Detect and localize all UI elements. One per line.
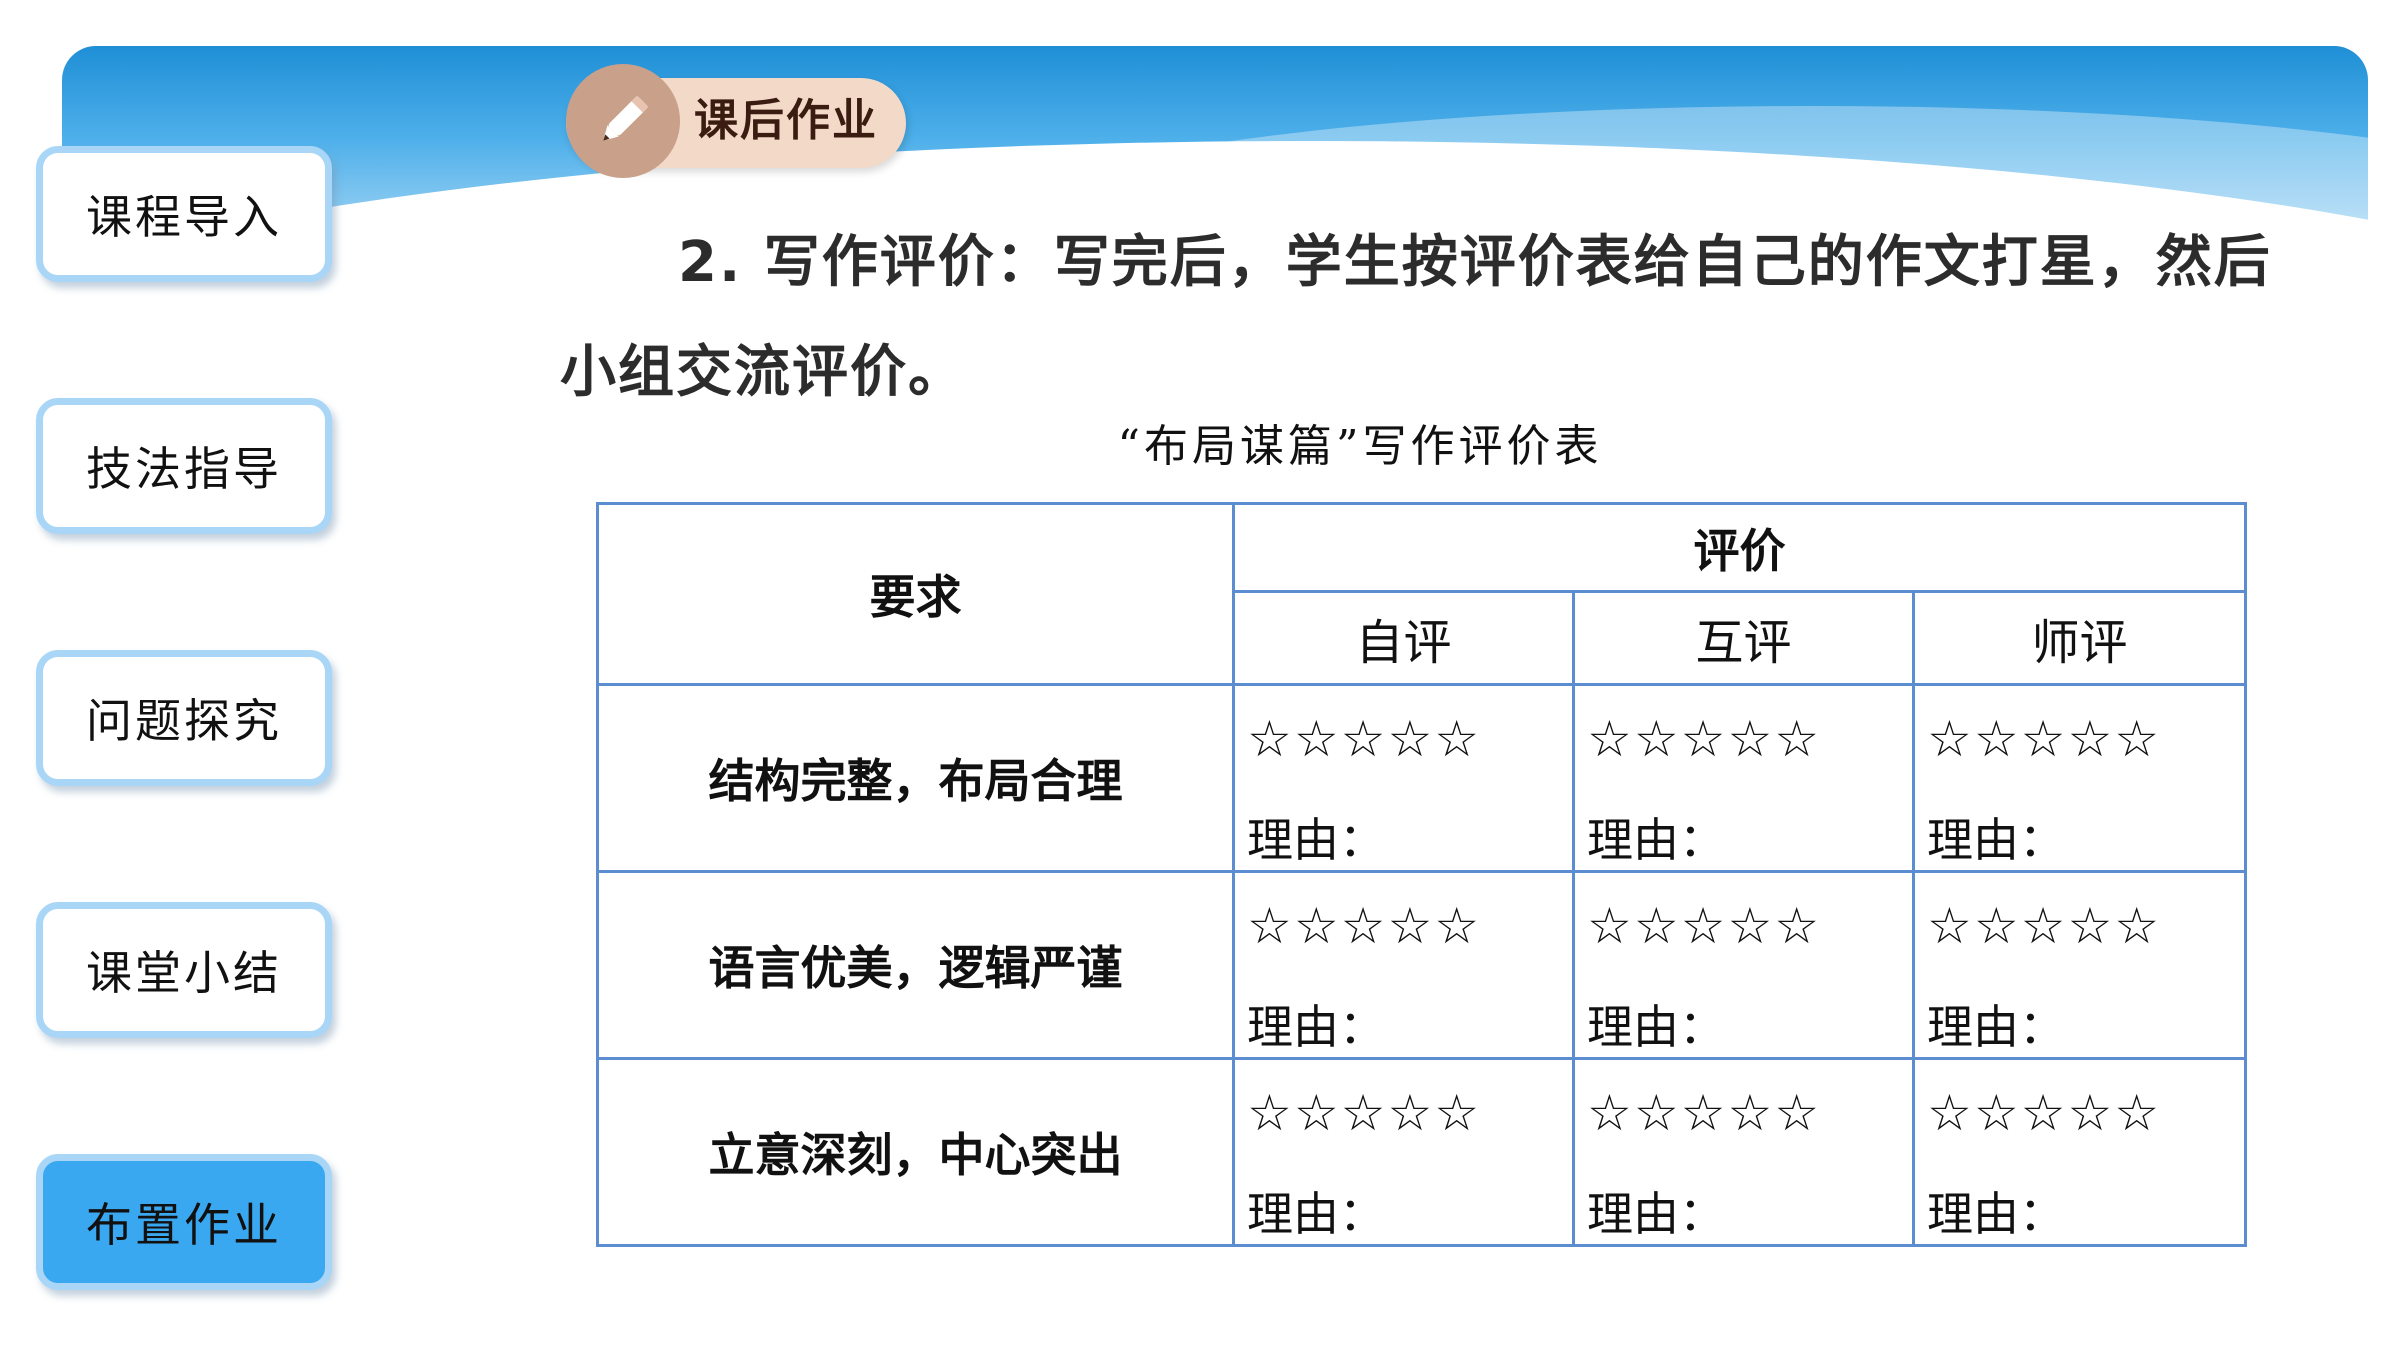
evaluation-table: 要求 评价 自评 互评 师评 结构完整，布局合理 ☆☆☆☆☆ 理由： ☆☆☆☆☆ 理… — [596, 502, 2248, 1247]
reason-label: 理由： — [1927, 1187, 2065, 1241]
star-rating[interactable]: ☆☆☆☆☆ — [1247, 714, 1572, 764]
peer-eval-cell: ☆☆☆☆☆ 理由： — [1572, 870, 1915, 1060]
table-row: 立意深刻，中心突出 ☆☆☆☆☆ 理由： ☆☆☆☆☆ 理由： ☆☆☆☆☆ 理由： — [596, 1057, 2248, 1247]
sidebar-item-assign-homework[interactable]: 布置作业 — [36, 1154, 332, 1290]
table-title: “布局谋篇”写作评价表 — [1117, 421, 1603, 472]
self-eval-cell: ☆☆☆☆☆ 理由： — [1232, 1057, 1575, 1247]
header-teacher-eval: 师评 — [1911, 590, 2248, 686]
sidebar-item-class-summary[interactable]: 课堂小结 — [36, 902, 332, 1038]
star-rating[interactable]: ☆☆☆☆☆ — [1587, 1088, 1912, 1138]
reason-label: 理由： — [1247, 813, 1385, 867]
sidebar-item-problem-inquiry[interactable]: 问题探究 — [36, 650, 332, 786]
table-row: 语言优美，逻辑严谨 ☆☆☆☆☆ 理由： ☆☆☆☆☆ 理由： ☆☆☆☆☆ 理由： — [596, 870, 2248, 1060]
task-description: 2. 写作评价：写完后，学生按评价表给自己的作文打星，然后小组交流评价。 — [560, 208, 2280, 428]
requirement-cell: 语言优美，逻辑严谨 — [596, 870, 1235, 1060]
reason-label: 理由： — [1927, 813, 2065, 867]
homework-tag-label: 课后作业 — [694, 95, 878, 146]
reason-label: 理由： — [1587, 1000, 1725, 1054]
requirement-cell: 立意深刻，中心突出 — [596, 1057, 1235, 1247]
reason-label: 理由： — [1587, 1187, 1725, 1241]
self-eval-cell: ☆☆☆☆☆ 理由： — [1232, 683, 1575, 873]
star-rating[interactable]: ☆☆☆☆☆ — [1587, 901, 1912, 951]
teacher-eval-cell: ☆☆☆☆☆ 理由： — [1911, 1057, 2248, 1247]
sidebar-item-course-intro[interactable]: 课程导入 — [36, 146, 332, 282]
header-evaluation: 评价 — [1231, 502, 2248, 593]
reason-label: 理由： — [1247, 1000, 1385, 1054]
reason-label: 理由： — [1927, 1000, 2065, 1054]
task-number: 2. — [678, 230, 743, 295]
star-rating[interactable]: ☆☆☆☆☆ — [1927, 1088, 2244, 1138]
reason-label: 理由： — [1247, 1187, 1385, 1241]
table-row: 结构完整，布局合理 ☆☆☆☆☆ 理由： ☆☆☆☆☆ 理由： ☆☆☆☆☆ 理由： — [596, 683, 2248, 873]
peer-eval-cell: ☆☆☆☆☆ 理由： — [1572, 1057, 1915, 1247]
teacher-eval-cell: ☆☆☆☆☆ 理由： — [1911, 683, 2248, 873]
teacher-eval-cell: ☆☆☆☆☆ 理由： — [1911, 870, 2248, 1060]
self-eval-cell: ☆☆☆☆☆ 理由： — [1232, 870, 1575, 1060]
header-self-eval: 自评 — [1232, 590, 1575, 686]
star-rating[interactable]: ☆☆☆☆☆ — [1247, 1088, 1572, 1138]
pencil-icon — [566, 64, 680, 178]
peer-eval-cell: ☆☆☆☆☆ 理由： — [1572, 683, 1915, 873]
star-rating[interactable]: ☆☆☆☆☆ — [1587, 714, 1912, 764]
requirement-cell: 结构完整，布局合理 — [596, 683, 1235, 873]
header-peer-eval: 互评 — [1572, 590, 1915, 686]
task-text: 写作评价：写完后，学生按评价表给自己的作文打星，然后小组交流评价。 — [560, 230, 2272, 405]
star-rating[interactable]: ☆☆☆☆☆ — [1927, 714, 2244, 764]
star-rating[interactable]: ☆☆☆☆☆ — [1247, 901, 1572, 951]
header-requirement: 要求 — [596, 502, 1235, 686]
star-rating[interactable]: ☆☆☆☆☆ — [1927, 901, 2244, 951]
reason-label: 理由： — [1587, 813, 1725, 867]
